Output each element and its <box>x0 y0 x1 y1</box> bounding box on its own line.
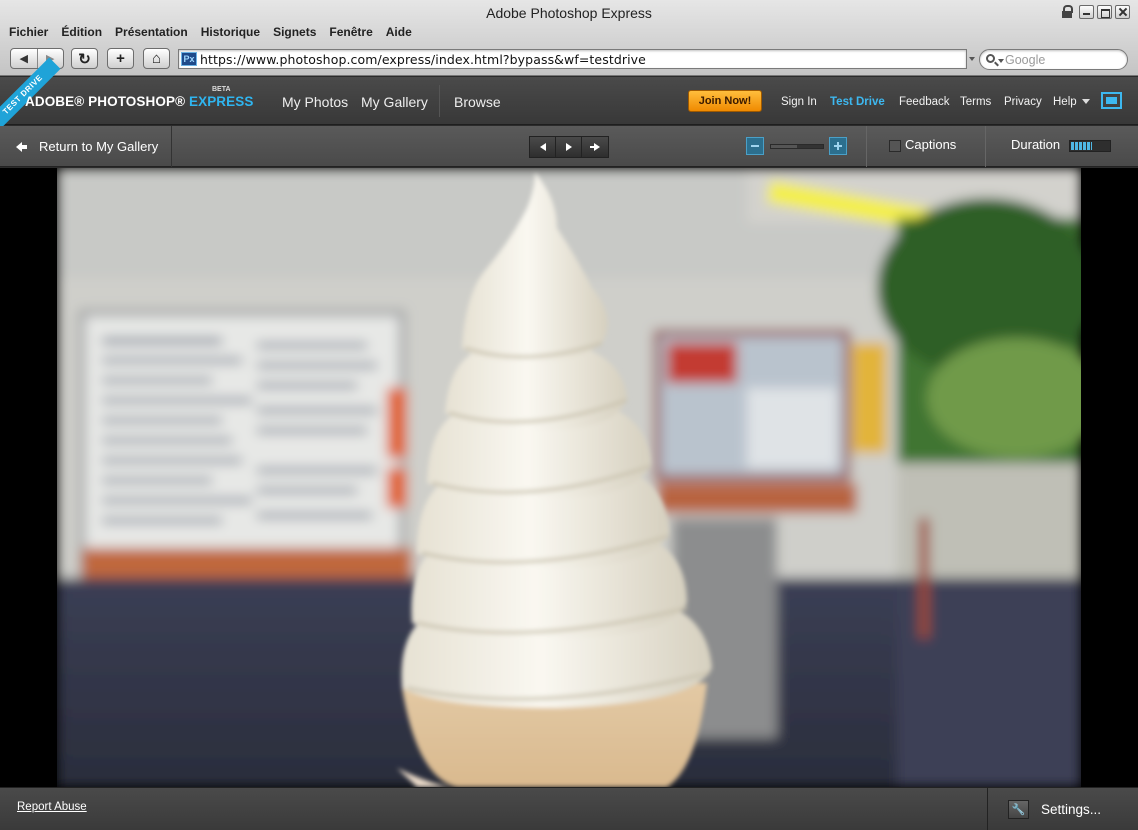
help-menu[interactable]: Help <box>1053 96 1090 108</box>
photo-stage <box>0 168 1138 787</box>
logo[interactable]: ADOBE® PHOTOSHOP® EXPRESS <box>25 94 253 109</box>
nav-browse[interactable]: Browse <box>454 94 501 110</box>
toolbar-divider <box>866 126 867 167</box>
window-controls <box>1060 5 1130 19</box>
beta-badge: BETA <box>212 86 231 93</box>
logo-accent: EXPRESS <box>188 94 254 109</box>
back-arrow-icon: ◀ <box>19 53 28 65</box>
chevron-down-icon <box>1081 99 1090 105</box>
feedback-link[interactable]: Feedback <box>899 96 950 108</box>
previous-photo-button[interactable] <box>530 137 556 157</box>
duration-level-fill <box>1071 142 1092 150</box>
home-icon: ⌂ <box>151 50 162 67</box>
test-drive-link[interactable]: Test Drive <box>830 96 885 108</box>
help-label: Help <box>1053 96 1077 108</box>
menu-fichier[interactable]: Fichier <box>9 25 48 41</box>
back-button[interactable]: ◀ <box>11 49 38 68</box>
zoom-out-button[interactable] <box>746 137 764 155</box>
address-bar[interactable]: Px https://www.photoshop.com/express/ind… <box>178 49 967 69</box>
reload-button[interactable]: ↻ <box>71 48 98 69</box>
url-dropdown-icon[interactable] <box>969 57 975 61</box>
url-text[interactable]: https://www.photoshop.com/express/index.… <box>200 52 646 67</box>
nav-my-gallery[interactable]: My Gallery <box>361 94 428 110</box>
report-abuse-link[interactable]: Report Abuse <box>17 801 87 813</box>
search-input[interactable] <box>1005 52 1120 67</box>
app-header: TEST DRIVE ADOBE® PHOTOSHOP® EXPRESS BET… <box>0 57 1138 133</box>
menu-presentation[interactable]: Présentation <box>115 25 188 41</box>
settings-button[interactable]: 🔧 Settings... <box>987 788 1138 830</box>
search-engine-caret-icon[interactable] <box>998 59 1004 63</box>
toolbar-divider <box>985 126 986 167</box>
home-button[interactable]: ⌂ <box>143 48 170 69</box>
duration-label: Duration <box>1011 137 1061 152</box>
ice-cream-photo-image <box>57 168 1081 787</box>
ice-cream-photo[interactable] <box>57 168 1081 787</box>
fullscreen-icon[interactable] <box>1101 92 1122 109</box>
site-favicon: Px <box>181 52 197 66</box>
return-label: Return to My Gallery <box>39 139 159 154</box>
play-icon <box>565 143 572 151</box>
menu-bar: Fichier Édition Présentation Historique … <box>0 25 416 41</box>
captions-checkbox[interactable] <box>889 140 901 152</box>
search-icon <box>986 54 995 63</box>
arrow-right-icon <box>590 143 600 151</box>
join-now-button[interactable]: Join Now! <box>688 90 762 112</box>
duration-slider[interactable] <box>1069 140 1111 152</box>
footer: Report Abuse 🔧 Settings... <box>0 787 1138 830</box>
back-arrow-icon <box>16 141 30 153</box>
return-to-gallery-button[interactable]: Return to My Gallery <box>3 126 172 167</box>
settings-label: Settings... <box>1041 802 1102 817</box>
sign-in-link[interactable]: Sign In <box>781 96 817 108</box>
close-button[interactable] <box>1115 5 1130 19</box>
zoom-slider[interactable] <box>770 144 824 149</box>
browser-chrome: Adobe Photoshop Express Fichier Édition … <box>0 0 1138 76</box>
menu-signets[interactable]: Signets <box>273 25 316 41</box>
photo-pager <box>529 136 609 158</box>
viewer-toolbar: Return to My Gallery Captions Duration <box>0 126 1138 167</box>
zoom-in-button[interactable] <box>829 137 847 155</box>
minimize-button[interactable] <box>1079 5 1094 19</box>
menu-aide[interactable]: Aide <box>386 25 412 41</box>
nav-divider <box>439 85 440 117</box>
play-slideshow-button[interactable] <box>556 137 582 157</box>
zoom-slider-fill <box>771 145 797 148</box>
title-bar: Adobe Photoshop Express <box>0 0 1138 22</box>
wrench-icon: 🔧 <box>1008 800 1029 819</box>
window-title: Adobe Photoshop Express <box>486 5 652 21</box>
add-bookmark-button[interactable]: + <box>107 48 134 69</box>
browser-toolbar: ◀ ▶ ↻ + ⌂ Px https://www.photoshop.com/e… <box>0 45 1138 73</box>
search-box[interactable] <box>979 49 1128 70</box>
triangle-left-icon <box>539 143 546 151</box>
plus-icon: + <box>116 50 125 67</box>
maximize-button[interactable] <box>1097 5 1112 19</box>
menu-edition[interactable]: Édition <box>61 25 102 41</box>
menu-historique[interactable]: Historique <box>201 25 260 41</box>
privacy-link[interactable]: Privacy <box>1004 96 1042 108</box>
logo-main: ADOBE® PHOTOSHOP® <box>25 94 186 109</box>
captions-label: Captions <box>905 137 957 152</box>
terms-link[interactable]: Terms <box>960 96 991 108</box>
lock-icon <box>1060 5 1074 19</box>
next-photo-button[interactable] <box>582 137 608 157</box>
nav-my-photos[interactable]: My Photos <box>282 94 348 110</box>
reload-icon: ↻ <box>78 50 91 68</box>
menu-fenetre[interactable]: Fenêtre <box>329 25 372 41</box>
